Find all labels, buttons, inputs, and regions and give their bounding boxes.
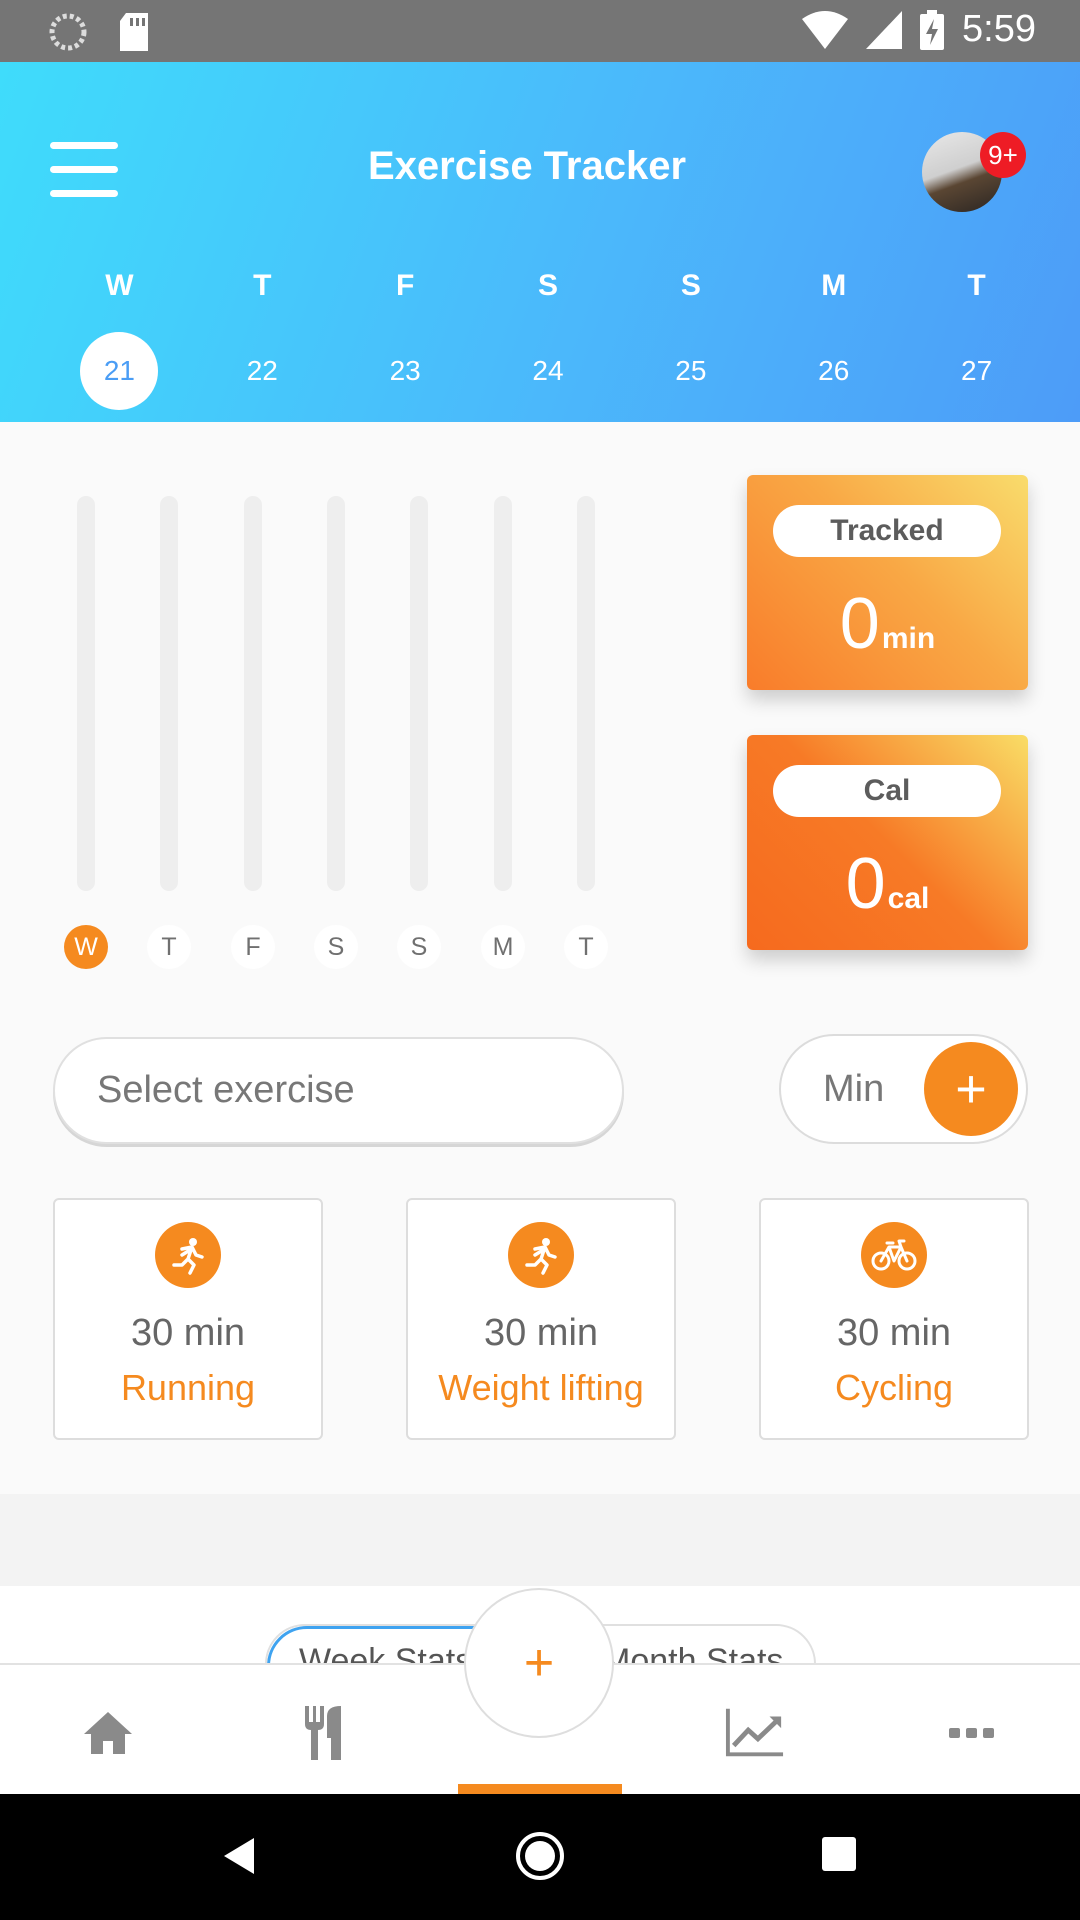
day-number: 24 bbox=[532, 355, 564, 386]
exercise-card-cycling[interactable]: 30 min Cycling bbox=[759, 1198, 1029, 1440]
day-s-25[interactable]: S 25 bbox=[619, 262, 762, 410]
bar-label: T bbox=[147, 925, 191, 969]
bar-label: S bbox=[397, 925, 441, 969]
day-number: 23 bbox=[389, 355, 421, 386]
day-f-23[interactable]: F 23 bbox=[334, 262, 477, 410]
day-m-26[interactable]: M 26 bbox=[762, 262, 905, 410]
day-t-22[interactable]: T 22 bbox=[191, 262, 334, 410]
nav-home[interactable] bbox=[78, 1705, 138, 1761]
bar-track bbox=[577, 496, 595, 891]
weekly-activity-bars: W T F S S M T bbox=[64, 496, 626, 976]
day-t-27[interactable]: T 27 bbox=[905, 262, 1048, 410]
bar-track bbox=[160, 496, 178, 891]
day-number: 25 bbox=[675, 355, 707, 386]
notification-badge: 9+ bbox=[980, 132, 1026, 178]
bar-label: W bbox=[64, 925, 108, 969]
exercise-name: Weight lifting bbox=[438, 1367, 644, 1408]
bar-label: F bbox=[231, 925, 275, 969]
bar-s2: S bbox=[397, 496, 441, 969]
home-circle-icon[interactable] bbox=[514, 1830, 566, 1882]
exercise-name: Cycling bbox=[834, 1367, 954, 1408]
calories-card: Cal 0cal bbox=[747, 735, 1028, 950]
sd-card-icon bbox=[120, 13, 148, 51]
wifi-icon bbox=[802, 10, 849, 49]
home-icon bbox=[84, 1712, 132, 1754]
exercise-name: Running bbox=[120, 1367, 256, 1408]
day-s-24[interactable]: S 24 bbox=[477, 262, 620, 410]
day-w-21[interactable]: W 21 bbox=[48, 262, 191, 410]
day-number: 22 bbox=[246, 355, 278, 386]
nav-more[interactable] bbox=[942, 1705, 1002, 1761]
exercise-duration: 30 min bbox=[836, 1312, 952, 1354]
add-exercise-button[interactable]: + bbox=[924, 1042, 1018, 1136]
bar-track bbox=[327, 496, 345, 891]
exercise-duration: 30 min bbox=[483, 1312, 599, 1354]
week-selector: W 21 T 22 F 23 S 24 S 25 M 26 T 27 bbox=[48, 262, 1048, 410]
bar-track bbox=[244, 496, 262, 891]
day-number: 27 bbox=[961, 355, 993, 386]
minutes-input[interactable]: Min + bbox=[779, 1034, 1028, 1144]
tracked-card: Tracked 0min bbox=[747, 475, 1028, 690]
section-divider bbox=[0, 1494, 1080, 1586]
nav-food[interactable] bbox=[295, 1705, 355, 1761]
exercise-duration: 30 min bbox=[130, 1312, 246, 1354]
cal-unit: cal bbox=[887, 882, 930, 915]
chart-icon bbox=[725, 1708, 784, 1757]
more-icon bbox=[949, 1728, 994, 1738]
status-bar: 5:59 bbox=[0, 0, 1080, 62]
exercise-card-running[interactable]: 30 min Running bbox=[53, 1198, 323, 1440]
bar-track bbox=[494, 496, 512, 891]
sync-icon bbox=[49, 13, 87, 51]
bar-s1: S bbox=[314, 496, 358, 969]
bar-t: T bbox=[147, 496, 191, 969]
bicycle-icon bbox=[861, 1222, 927, 1288]
bar-track bbox=[77, 496, 95, 891]
bar-label: T bbox=[564, 925, 608, 969]
bar-label: S bbox=[314, 925, 358, 969]
signal-icon bbox=[866, 10, 903, 49]
active-tab-indicator bbox=[458, 1784, 622, 1794]
tracked-unit: min bbox=[881, 622, 936, 655]
bar-t2: T bbox=[564, 496, 608, 969]
minutes-label: Min bbox=[823, 1068, 885, 1110]
bar-f: F bbox=[231, 496, 275, 969]
bar-m: M bbox=[481, 496, 525, 969]
system-navigation-bar bbox=[0, 1794, 1080, 1920]
day-number: 21 bbox=[80, 332, 159, 410]
add-fab-button[interactable]: + bbox=[464, 1588, 614, 1738]
bar-w: W bbox=[64, 496, 108, 969]
cal-value: 0 bbox=[845, 844, 886, 924]
status-time: 5:59 bbox=[962, 8, 1036, 50]
nav-stats[interactable] bbox=[725, 1705, 785, 1761]
select-exercise-input[interactable]: Select exercise bbox=[53, 1037, 624, 1144]
back-icon[interactable] bbox=[222, 1836, 256, 1876]
running-icon bbox=[508, 1222, 574, 1288]
exercise-card-weight-lifting[interactable]: 30 min Weight lifting bbox=[406, 1198, 676, 1440]
day-number: 26 bbox=[818, 355, 850, 386]
battery-icon bbox=[920, 9, 945, 50]
food-icon bbox=[305, 1706, 341, 1760]
tracked-value: 0 bbox=[839, 584, 880, 664]
page-title: Exercise Tracker bbox=[367, 144, 687, 188]
bar-track bbox=[410, 496, 428, 891]
cal-label: Cal bbox=[773, 765, 1001, 817]
recents-icon[interactable] bbox=[821, 1836, 857, 1872]
header: Exercise Tracker 9+ W 21 T 22 F 23 S 24 S 25 … bbox=[0, 62, 1080, 422]
bar-label: M bbox=[481, 925, 525, 969]
running-icon bbox=[155, 1222, 221, 1288]
tracked-label: Tracked bbox=[773, 505, 1001, 557]
